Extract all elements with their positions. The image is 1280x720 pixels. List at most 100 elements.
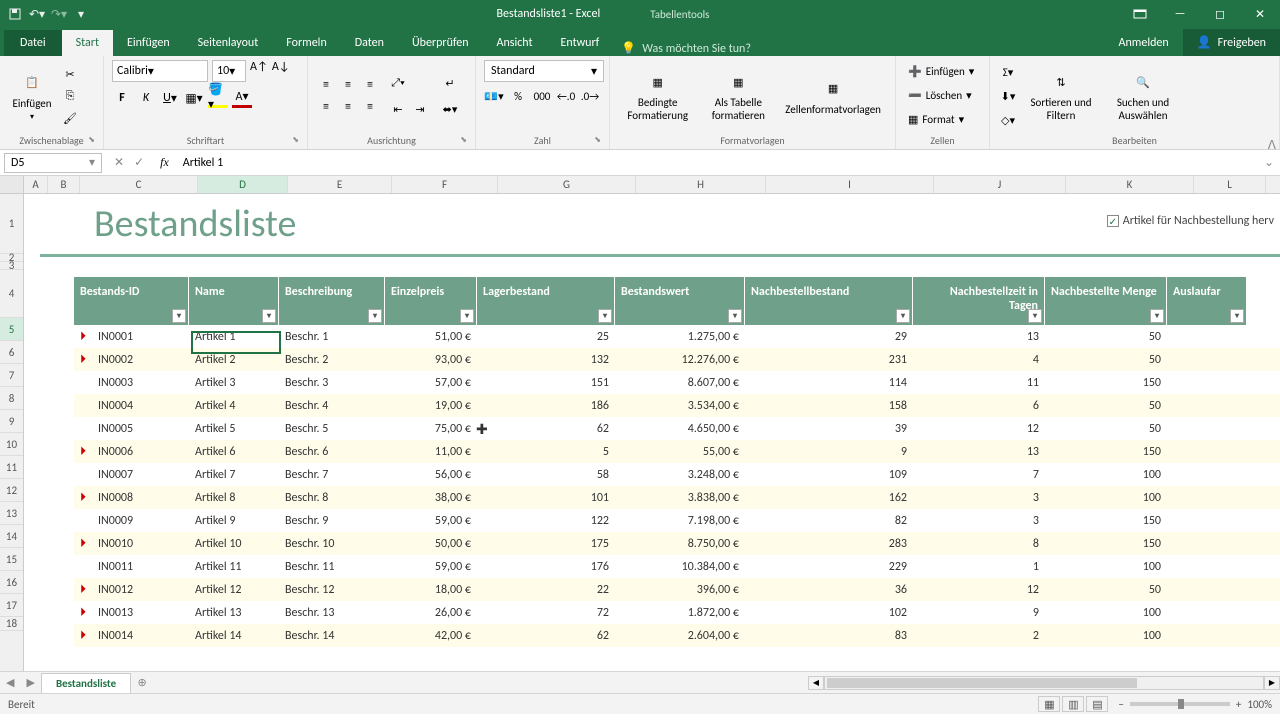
hscroll-track[interactable] xyxy=(824,676,1264,690)
table-row[interactable]: ⏵IN0006Artikel 6Beschr. 611,00 €555,00 €… xyxy=(74,440,1280,463)
filter-dropdown-icon[interactable]: ▾ xyxy=(262,309,276,323)
filter-dropdown-icon[interactable]: ▾ xyxy=(172,309,186,323)
table-header-1[interactable]: Name▾ xyxy=(189,277,279,325)
wrap-text-icon[interactable]: ↵ xyxy=(440,73,460,93)
table-header-8[interactable]: Nachbestellte Menge▾ xyxy=(1045,277,1167,325)
sheet-nav-prev[interactable]: ◀ xyxy=(0,676,20,689)
maximize-icon[interactable]: ◻ xyxy=(1200,0,1240,28)
table-row[interactable]: IN0011Artikel 11Beschr. 1159,00 €17610.3… xyxy=(74,555,1280,578)
tab-daten[interactable]: Daten xyxy=(341,30,398,56)
percent-icon[interactable]: % xyxy=(508,86,528,106)
filter-dropdown-icon[interactable]: ▾ xyxy=(460,309,474,323)
sheet-nav-next[interactable]: ▶ xyxy=(20,676,40,689)
row-header-10[interactable]: 10 xyxy=(0,433,23,456)
row-header-5[interactable]: 5 xyxy=(0,318,23,341)
sign-in-button[interactable]: Anmelden xyxy=(1105,30,1183,56)
undo-icon[interactable]: ↶▾ xyxy=(30,7,44,21)
qat-customize-icon[interactable]: ▾ xyxy=(74,7,88,21)
zoom-in-button[interactable]: + xyxy=(1236,698,1241,711)
decrease-decimal-icon[interactable]: .0→ xyxy=(580,86,600,106)
col-header-H[interactable]: H xyxy=(636,176,766,193)
shrink-font-icon[interactable]: A↓ xyxy=(272,60,290,82)
table-header-6[interactable]: Nachbestellbestand▾ xyxy=(745,277,913,325)
filter-dropdown-icon[interactable]: ▾ xyxy=(1150,309,1164,323)
col-header-I[interactable]: I xyxy=(766,176,934,193)
zoom-slider[interactable] xyxy=(1130,702,1230,706)
col-header-F[interactable]: F xyxy=(392,176,498,193)
ribbon-options-icon[interactable] xyxy=(1120,0,1160,28)
col-header-B[interactable]: B xyxy=(48,176,80,193)
col-header-K[interactable]: K xyxy=(1066,176,1194,193)
hscroll-right[interactable]: ▶ xyxy=(1264,676,1280,690)
underline-button[interactable]: U▾ xyxy=(160,88,180,108)
table-header-3[interactable]: Einzelpreis▾ xyxy=(385,277,477,325)
new-sheet-button[interactable]: ⊕ xyxy=(131,672,153,694)
align-center-icon[interactable]: ≡ xyxy=(338,97,358,117)
col-header-L[interactable]: L xyxy=(1194,176,1266,193)
copy-icon[interactable]: ⎘ xyxy=(60,86,80,106)
table-row[interactable]: IN0009Artikel 9Beschr. 959,00 €1227.198,… xyxy=(74,509,1280,532)
col-header-J[interactable]: J xyxy=(934,176,1066,193)
table-row[interactable]: ⏵IN0010Artikel 10Beschr. 1050,00 €1758.7… xyxy=(74,532,1280,555)
row-header-3[interactable]: 3 xyxy=(0,262,23,270)
find-select-button[interactable]: 🔍Suchen und Auswählen xyxy=(1104,70,1182,122)
decrease-indent-icon[interactable]: ⇤ xyxy=(388,99,408,119)
sheet-tab-bestandsliste[interactable]: Bestandsliste xyxy=(41,673,131,693)
row-header-18[interactable]: 18 xyxy=(0,617,23,631)
row-header-7[interactable]: 7 xyxy=(0,364,23,387)
align-top-icon[interactable]: ≡ xyxy=(316,75,336,95)
filter-dropdown-icon[interactable]: ▾ xyxy=(896,309,910,323)
tab-formeln[interactable]: Formeln xyxy=(272,30,340,56)
row-header-6[interactable]: 6 xyxy=(0,341,23,364)
tab-datei[interactable]: Datei xyxy=(4,30,62,56)
filter-dropdown-icon[interactable]: ▾ xyxy=(1028,309,1042,323)
tab-start[interactable]: Start xyxy=(62,30,113,56)
row-header-13[interactable]: 13 xyxy=(0,502,23,525)
increase-decimal-icon[interactable]: ←.0 xyxy=(556,86,576,106)
cut-icon[interactable]: ✂ xyxy=(60,64,80,84)
row-header-17[interactable]: 17 xyxy=(0,594,23,617)
fill-icon[interactable]: ⬇▾ xyxy=(998,86,1018,106)
expand-formula-bar-icon[interactable]: ⌄ xyxy=(1264,155,1280,170)
table-row[interactable]: IN0007Artikel 7Beschr. 756,00 €583.248,0… xyxy=(74,463,1280,486)
font-size-combo[interactable]: 10 ▾ xyxy=(212,60,246,82)
font-launcher[interactable]: ⬊ xyxy=(292,135,299,145)
insert-cells-button[interactable]: ➕ Einfügen ▾ xyxy=(904,60,981,82)
paste-button[interactable]: 📋 Einfügen▾ xyxy=(8,71,56,122)
delete-cells-button[interactable]: ➖ Löschen ▾ xyxy=(904,84,981,106)
accept-formula-icon[interactable]: ✓ xyxy=(134,155,144,170)
share-button[interactable]: 👤 Freigeben xyxy=(1183,29,1280,56)
col-header-E[interactable]: E xyxy=(288,176,392,193)
row-header-12[interactable]: 12 xyxy=(0,479,23,502)
col-header-D[interactable]: D xyxy=(198,176,288,193)
filter-dropdown-icon[interactable]: ▾ xyxy=(728,309,742,323)
bold-button[interactable]: F xyxy=(112,88,132,108)
row-header-9[interactable]: 9 xyxy=(0,410,23,433)
tab-ueberpruefen[interactable]: Überprüfen xyxy=(398,30,483,56)
select-all-triangle[interactable] xyxy=(0,176,24,193)
align-bottom-icon[interactable]: ≡ xyxy=(360,75,380,95)
orientation-icon[interactable]: ⤢▾ xyxy=(388,73,408,93)
align-launcher[interactable]: ⬊ xyxy=(460,135,467,145)
name-box[interactable]: D5▾ xyxy=(4,153,102,173)
col-header-C[interactable]: C xyxy=(80,176,198,193)
conditional-formatting-button[interactable]: ▦Bedingte Formatierung xyxy=(618,70,697,122)
sort-filter-button[interactable]: ⇅Sortieren und Filtern xyxy=(1022,70,1100,122)
table-row[interactable]: IN0003Artikel 3Beschr. 357,00 €1518.607,… xyxy=(74,371,1280,394)
row-header-1[interactable]: 1 xyxy=(0,194,23,254)
table-header-0[interactable]: Bestands-ID▾ xyxy=(74,277,189,325)
tab-seitenlayout[interactable]: Seitenlayout xyxy=(184,30,273,56)
grow-font-icon[interactable]: A↑ xyxy=(250,60,268,82)
italic-button[interactable]: K xyxy=(136,88,156,108)
row-header-4[interactable]: 4 xyxy=(0,270,23,318)
table-row[interactable]: ⏵IN0008Artikel 8Beschr. 838,00 €1013.838… xyxy=(74,486,1280,509)
merge-center-icon[interactable]: ⬌▾ xyxy=(440,99,460,119)
table-row[interactable]: ⏵IN0002Artikel 2Beschr. 293,00 €13212.27… xyxy=(74,348,1280,371)
close-icon[interactable]: ✕ xyxy=(1240,0,1280,28)
format-as-table-button[interactable]: ▦Als Tabelle formatieren xyxy=(701,70,775,122)
formula-content[interactable]: Artikel 1 xyxy=(177,156,229,170)
table-row[interactable]: ⏵IN0001Artikel 1Beschr. 151,00 €251.275,… xyxy=(74,325,1280,348)
view-normal-icon[interactable]: ▦ xyxy=(1038,696,1060,712)
hscroll-thumb[interactable] xyxy=(827,678,1137,688)
row-header-8[interactable]: 8 xyxy=(0,387,23,410)
